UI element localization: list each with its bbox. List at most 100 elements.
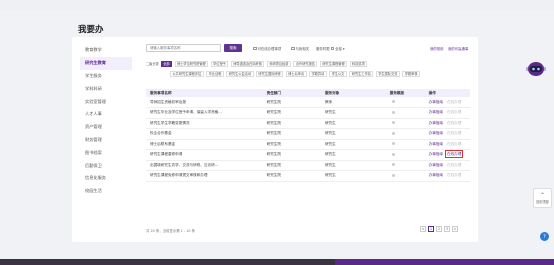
template-dot-icon <box>391 142 395 146</box>
cell-name: 博士后联系基金 <box>146 139 263 150</box>
page-number-button[interactable]: 3 <box>444 226 450 232</box>
page-number-button[interactable]: 1 <box>428 226 434 232</box>
sidebar-item[interactable]: 资产管理 <box>80 121 132 134</box>
sidebar-item[interactable]: 校园生活 <box>80 185 132 198</box>
online-only-checkbox[interactable]: 可在线办理事项 <box>253 46 281 51</box>
table-row[interactable]: 研究生毕业及学位授予申请、保留入学资格... 研究生院 研究生 办事指南 在线办理 <box>146 107 470 119</box>
filter-tag[interactable]: 合作研究报告 <box>293 61 318 67</box>
guide-link[interactable]: 办事指南 <box>429 152 443 156</box>
online-handle-link[interactable]: 在线办理 <box>447 110 461 114</box>
filter-tag[interactable]: 研究生国际研修 <box>255 71 284 77</box>
cell-operations: 办事指南 在线办理 <box>424 139 470 150</box>
filter-row-1: 二级分类 全部 博士学位研究院管理 学位授予 博导遴选及在岗考核 科研项目经费 合作研究报… <box>146 61 370 67</box>
online-handle-link[interactable]: 在线办理 <box>447 142 461 146</box>
table-row[interactable]: 研究生学生学籍变更情况 研究生院 研究生 办事指南 在线办理 <box>146 118 470 129</box>
table-row[interactable]: 校企合作基金 研究生院 研究生 办事指南 在线办理 <box>146 128 470 140</box>
page-title: 我要办 <box>78 25 104 35</box>
cell-target: 研究生 <box>320 170 386 182</box>
online-handle-link[interactable]: 在线办理 <box>447 100 461 104</box>
filter-tag[interactable]: 学籍审核 <box>402 71 421 77</box>
next-page-button[interactable]: > <box>452 226 458 232</box>
guide-link[interactable]: 办事指南 <box>429 173 443 177</box>
cell-template <box>385 118 425 129</box>
sidebar-item[interactable]: 学生服务 <box>80 70 132 83</box>
cell-template <box>385 107 425 119</box>
filter-tag[interactable]: 研究生公益活动 <box>226 71 254 77</box>
cell-name: 研究生课程免修申请提交审核和办理 <box>146 170 263 182</box>
sidebar-item[interactable]: 研究生教育 <box>80 56 132 70</box>
cell-dept: 研究生院 <box>262 97 321 108</box>
filter-label: 二级分类 <box>146 62 159 67</box>
online-handle-link[interactable]: 在线办理 <box>447 173 461 177</box>
cell-name: 研究生学生学籍变更情况 <box>146 118 263 129</box>
cell-name: 研究生课程重修申请 <box>146 149 263 161</box>
sidebar-item[interactable]: 图书档案 <box>80 146 132 159</box>
sidebar-item[interactable]: 信息化服务 <box>80 172 132 185</box>
filter-tag[interactable]: 全部 <box>160 61 173 67</box>
footer-accent <box>335 259 554 265</box>
search-button[interactable]: 搜索 <box>224 44 242 52</box>
template-dot-icon <box>391 163 395 167</box>
back-to-top-button[interactable]: ⌃ 回到顶部 <box>533 188 552 208</box>
table-row[interactable]: 博士后联系基金 研究生院 研究生 办事指南 在线办理 <box>146 139 470 150</box>
guide-link[interactable]: 办事指南 <box>429 100 443 104</box>
cell-operations: 办事指南 在线办理 <box>424 149 470 161</box>
prev-page-button[interactable]: < <box>420 226 426 232</box>
cell-operations: 办事指南 在线办理 <box>424 118 470 129</box>
guide-link[interactable]: 办事指南 <box>429 121 443 125</box>
page-number-button[interactable]: 2 <box>436 226 442 232</box>
filter-tag[interactable]: 科研项目经费 <box>266 61 291 67</box>
online-handle-link[interactable]: 在线办理 <box>447 121 461 125</box>
my-favorites-link[interactable]: 我的可赢通事 <box>448 46 468 51</box>
cell-dept: 研究生院 <box>262 160 321 171</box>
related-checkbox[interactable]: 与我相关 <box>291 46 309 51</box>
online-handle-link[interactable]: 在线办理 <box>444 150 464 159</box>
cell-dept: 研究生院 <box>262 170 321 182</box>
filter-tag[interactable]: 研究生工作站 <box>349 71 374 77</box>
sidebar-item[interactable]: 人才人事 <box>80 108 132 121</box>
filter-tag[interactable]: 科技奖项 <box>349 61 368 67</box>
sidebar-item[interactable]: 后勤保卫 <box>80 159 132 172</box>
online-handle-link[interactable]: 在线办理 <box>447 163 461 167</box>
filter-tag[interactable]: 毕业证明 <box>206 71 224 77</box>
help-icon[interactable]: ? <box>540 232 549 241</box>
sidebar-item[interactable]: 财务管理 <box>80 134 132 147</box>
online-handle-link[interactable]: 在线办理 <box>447 131 461 135</box>
filter-tag[interactable]: 公共研究生课程评估 <box>170 71 204 77</box>
search-input[interactable] <box>146 44 221 52</box>
table-row[interactable]: 研究生课程重修申请 研究生院 研究生 办事指南 在线办理 <box>146 149 470 161</box>
guide-link[interactable]: 办事指南 <box>429 110 443 114</box>
template-dot-icon <box>391 152 395 156</box>
guide-link[interactable]: 办事指南 <box>429 142 443 146</box>
table-row[interactable]: 研究生课程免修申请提交审核和办理 研究生院 研究生 办事指南 在线办理 <box>146 170 470 182</box>
cell-target: 教师 <box>320 97 386 108</box>
filter-tag[interactable]: 学生公文 <box>329 71 347 77</box>
checkbox-icon <box>253 46 257 51</box>
sidebar-item[interactable]: 实验室管理 <box>80 95 132 108</box>
table-row[interactable]: 导师招生资格初审及报 研究生院 教师 办事指南 在线办理 <box>146 97 470 108</box>
sidebar-item[interactable]: 教育教学 <box>80 44 132 57</box>
table-row[interactable]: 出国境研究生访学、交流与研修、互访研... 研究生院 研究生 办事指南 在线办理 <box>146 160 470 171</box>
filter-tag[interactable]: 博士学位研究院管理 <box>174 61 209 67</box>
cell-operations: 办事指南 在线办理 <box>424 97 470 108</box>
sidebar-item[interactable]: 学科科研 <box>80 82 132 95</box>
table-header-row: 服务事项名称 责任部门 服务对象 服务模版 操作 <box>146 89 470 97</box>
filter-tag[interactable]: 学位授予 <box>210 61 229 67</box>
template-dot-icon <box>391 121 395 125</box>
filter-tag[interactable]: 学籍异动 <box>308 71 327 77</box>
guide-link[interactable]: 办事指南 <box>429 131 443 135</box>
sort-select[interactable]: 服务时限 全部 ▾ <box>316 46 345 52</box>
cell-template <box>385 160 425 171</box>
filter-tag[interactable]: 博导遴选及在岗考核 <box>230 61 265 67</box>
top-bar <box>0 0 554 10</box>
filter-tag[interactable]: 博士后申请 <box>285 71 307 77</box>
guide-link[interactable]: 办事指南 <box>429 163 443 167</box>
filter-tag[interactable]: 学生国际交流 <box>375 71 400 77</box>
cell-name: 校企合作基金 <box>146 128 263 140</box>
cell-template <box>385 170 425 182</box>
category-sidebar: 教育教学 研究生教育 学生服务 学科科研 实验室管理 人才人事 资产管理 财务管理 图书档案 后勤… <box>80 44 132 198</box>
template-dot-icon <box>391 110 395 114</box>
my-common-link[interactable]: 我的常用 <box>430 46 444 51</box>
filter-tag[interactable]: 研究生课程管理 <box>319 61 348 67</box>
assistant-robot-icon[interactable] <box>525 60 547 78</box>
